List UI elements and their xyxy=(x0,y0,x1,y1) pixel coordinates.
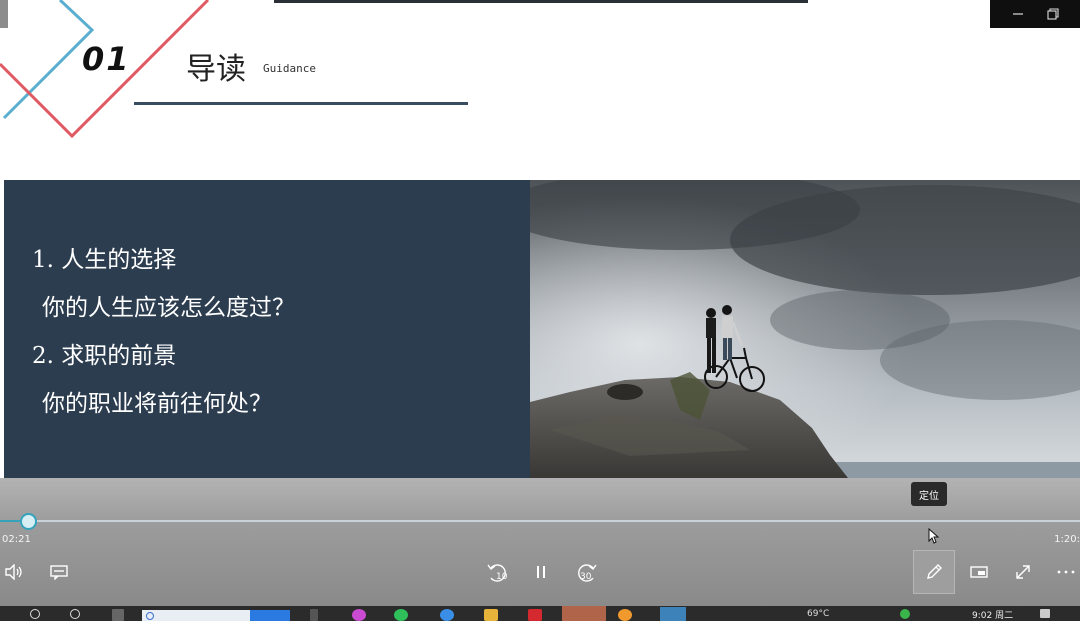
pause-icon xyxy=(537,566,545,578)
volume-icon xyxy=(5,564,22,580)
more-icon xyxy=(1057,570,1075,574)
window-controls xyxy=(990,0,1080,28)
app-icon-4[interactable] xyxy=(440,609,454,621)
forward-30-button[interactable]: 30 xyxy=(572,558,600,586)
taskbar-clock: 9:02 周二 xyxy=(972,611,1014,621)
app-icon-6[interactable] xyxy=(528,609,542,621)
item-2-question: 你的职业将前往何处？ xyxy=(42,391,272,417)
tray-icon[interactable] xyxy=(900,609,910,619)
task-view-icon[interactable] xyxy=(112,609,124,621)
section-number: 01 xyxy=(82,40,131,78)
mouse-cursor-icon xyxy=(928,528,940,544)
subtitles-icon xyxy=(50,565,68,580)
more-button[interactable] xyxy=(1054,560,1078,584)
mini-player-button[interactable] xyxy=(967,560,991,584)
folder-icon[interactable] xyxy=(484,609,498,621)
rewind-seconds-label: 10 xyxy=(496,572,508,582)
slide: 01 导读 Guidance 1. 人生的选择 你的人生应该怎么度过？ 2. 求… xyxy=(0,0,1080,480)
item-1-heading: 1. 人生的选择 xyxy=(32,247,177,273)
pen-button[interactable] xyxy=(913,550,955,594)
volume-button[interactable] xyxy=(2,560,26,584)
title-underline xyxy=(134,102,468,105)
video-player-controls: 定位 02:21 1:20: 10 30 xyxy=(0,478,1080,606)
progress-handle[interactable] xyxy=(20,513,38,530)
fullscreen-button[interactable] xyxy=(1011,560,1035,584)
minimize-icon xyxy=(1012,13,1023,15)
mini-player-icon xyxy=(970,566,988,578)
progress-track[interactable] xyxy=(0,520,1080,522)
slide-title: 导读 xyxy=(186,52,246,87)
pen-icon xyxy=(927,564,942,579)
app-icon-9[interactable] xyxy=(660,607,686,621)
content-area: 1. 人生的选择 你的人生应该怎么度过？ 2. 求职的前景 你的职业将前往何处？ xyxy=(4,180,1080,478)
taskbar: 69°C 9:02 周二 xyxy=(0,606,1080,621)
rewind-10-button[interactable]: 10 xyxy=(484,558,512,586)
pause-button[interactable] xyxy=(529,560,553,584)
top-handle-bar[interactable] xyxy=(274,0,808,3)
app-icon-8[interactable] xyxy=(618,609,632,621)
subtitles-button[interactable] xyxy=(47,560,71,584)
app-icon-3[interactable] xyxy=(394,609,408,621)
search-icon xyxy=(146,611,154,620)
forward-seconds-label: 30 xyxy=(580,572,592,582)
cliff-cyclists-photo xyxy=(530,180,1080,478)
total-time: 1:20: xyxy=(1054,534,1080,545)
item-2-heading: 2. 求职的前景 xyxy=(32,343,177,369)
notification-icon[interactable] xyxy=(1040,609,1050,618)
restore-button[interactable] xyxy=(1040,4,1066,24)
slide-subtitle: Guidance xyxy=(263,62,316,75)
rewind-10-icon: 10 xyxy=(487,564,508,582)
text-panel: 1. 人生的选择 你的人生应该怎么度过？ 2. 求职的前景 你的职业将前往何处？ xyxy=(4,180,530,478)
fullscreen-icon xyxy=(1016,565,1030,579)
item-1-question: 你的人生应该怎么度过？ xyxy=(42,295,295,321)
restore-icon xyxy=(1046,8,1059,20)
minimize-button[interactable] xyxy=(1005,4,1031,24)
forward-30-icon: 30 xyxy=(578,564,597,582)
taskbar-search-box[interactable] xyxy=(142,610,290,621)
active-app-icon[interactable] xyxy=(562,606,606,621)
search-submit-button[interactable] xyxy=(250,610,290,621)
app-icon-1[interactable] xyxy=(310,609,318,621)
start-search-icon[interactable] xyxy=(30,609,40,619)
app-icon-2[interactable] xyxy=(352,609,366,621)
weather-temperature: 69°C xyxy=(807,609,830,619)
locate-tooltip: 定位 xyxy=(911,482,947,506)
cortana-icon[interactable] xyxy=(70,609,80,619)
current-time: 02:21 xyxy=(2,534,31,545)
